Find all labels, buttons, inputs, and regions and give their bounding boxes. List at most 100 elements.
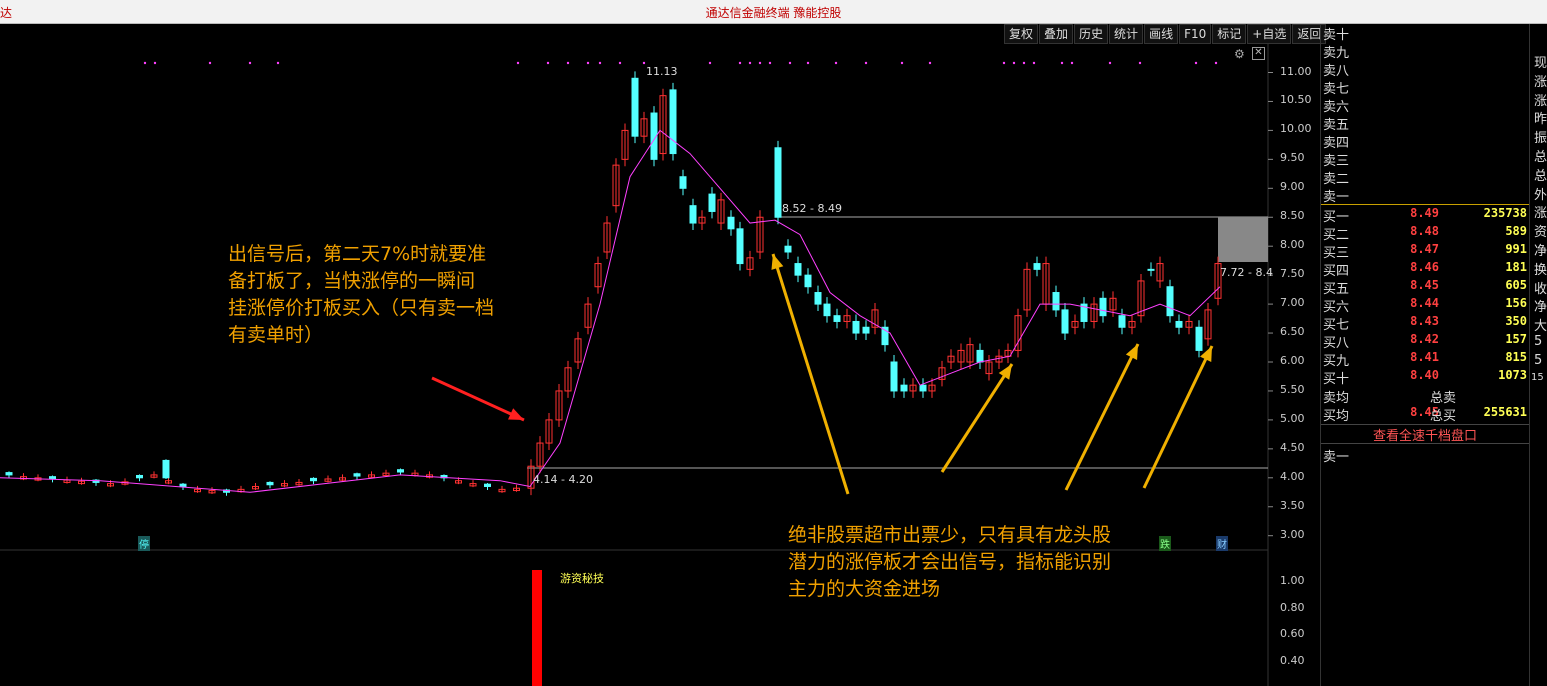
buy-row[interactable]: 买四 8.46 181 xyxy=(1322,260,1529,279)
sell-row[interactable]: 卖六 xyxy=(1322,96,1529,115)
price-axis-tick: 10.00 xyxy=(1280,122,1312,136)
signal-bar xyxy=(532,570,542,686)
toolbar-button-7[interactable]: +自选 xyxy=(1247,24,1292,44)
order-label: 卖八 xyxy=(1323,64,1350,79)
orange-arrow-1 xyxy=(771,253,850,495)
price-axis-tick: 3.00 xyxy=(1280,527,1305,541)
red-arrow xyxy=(431,376,525,422)
price-axis-tick: 11.00 xyxy=(1280,64,1312,78)
order-label: 买一 xyxy=(1323,210,1350,225)
price-axis-tick: 4.50 xyxy=(1280,440,1305,454)
price-axis-tick: 3.50 xyxy=(1280,498,1305,512)
current-label: 7.72 - 8.4 xyxy=(1220,266,1273,279)
toolbar-button-6[interactable]: 标记 xyxy=(1212,24,1247,44)
signal-dot xyxy=(143,61,147,65)
order-volume: 235738 xyxy=(1483,206,1527,220)
order-volume: 156 xyxy=(1505,296,1527,310)
orange-arrow-2 xyxy=(940,363,1014,473)
annotation-left: 出信号后，第二天7%时就要准 备打板了，当快涨停的一瞬间 挂涨停价打板买入（只有… xyxy=(228,243,495,346)
price-axis-tick: 5.00 xyxy=(1280,411,1305,425)
candle-body xyxy=(736,228,744,265)
full-book-link[interactable]: 查看全速千档盘口 xyxy=(1321,424,1529,444)
buy-row[interactable]: 买一 8.49 235738 xyxy=(1322,206,1529,225)
candle-body xyxy=(49,476,56,480)
sell-row[interactable]: 卖八 xyxy=(1322,60,1529,79)
candle-body xyxy=(774,147,782,218)
toolbar-button-2[interactable]: 历史 xyxy=(1074,24,1109,44)
order-price: 8.47 xyxy=(1410,242,1439,256)
price-axis-tick: 6.50 xyxy=(1280,325,1305,339)
candle-body xyxy=(794,263,802,276)
sell-avg-row[interactable]: 卖均 总卖 xyxy=(1322,387,1529,406)
order-price: 8.44 xyxy=(1410,296,1439,310)
order-volume: 605 xyxy=(1505,278,1527,292)
price-axis-tick: 7.00 xyxy=(1280,296,1305,310)
signal-dot xyxy=(1012,61,1016,65)
toolbar-button-1[interactable]: 叠加 xyxy=(1039,24,1074,44)
info-char: 净 xyxy=(1534,244,1547,259)
candle-body xyxy=(804,274,812,288)
signal-dot xyxy=(1002,61,1006,65)
price-axis-tick: 4.00 xyxy=(1280,469,1305,483)
candle-body xyxy=(631,77,639,137)
candle-body xyxy=(833,315,841,322)
sell1-bottom-row[interactable]: 卖一 xyxy=(1322,446,1529,465)
order-label: 买二 xyxy=(1323,228,1350,243)
price-axis-tick: 9.00 xyxy=(1280,180,1305,194)
candle-body xyxy=(353,473,361,477)
order-label: 卖六 xyxy=(1323,100,1350,115)
sell-row[interactable]: 卖十 xyxy=(1322,24,1529,43)
toolbar-button-4[interactable]: 画线 xyxy=(1144,24,1179,44)
order-price: 8.49 xyxy=(1410,206,1439,220)
buy-row[interactable]: 买八 8.42 157 xyxy=(1322,332,1529,351)
title-bar: 达 通达信金融终端 豫能控股 xyxy=(0,0,1547,24)
signal-dot xyxy=(900,61,904,65)
toolbar-button-5[interactable]: F10 xyxy=(1179,24,1212,44)
order-price: 8.42 xyxy=(1410,332,1439,346)
candle-body xyxy=(1175,320,1183,328)
sell-row[interactable]: 卖七 xyxy=(1322,78,1529,97)
buy-row[interactable]: 买七 8.43 350 xyxy=(1322,314,1529,333)
signal-dot xyxy=(1060,61,1064,65)
sell-row[interactable]: 卖三 xyxy=(1322,150,1529,169)
info-char: 5 xyxy=(1534,352,1543,368)
sell-row[interactable]: 卖四 xyxy=(1322,132,1529,151)
order-label: 买三 xyxy=(1323,246,1350,261)
candle-body xyxy=(727,216,735,230)
price-axis-tick: 6.00 xyxy=(1280,354,1305,367)
sell-row[interactable]: 卖一 xyxy=(1322,186,1529,205)
sell-row[interactable]: 卖九 xyxy=(1322,42,1529,61)
total-sell-label: 总卖 xyxy=(1430,391,1457,406)
toolbar-button-0[interactable]: 复权 xyxy=(1004,24,1039,44)
toolbar-button-3[interactable]: 统计 xyxy=(1109,24,1144,44)
order-price: 8.41 xyxy=(1410,350,1439,364)
buy-row[interactable]: 买六 8.44 156 xyxy=(1322,296,1529,315)
order-volume: 589 xyxy=(1505,224,1527,238)
info-char: 现 xyxy=(1534,56,1547,71)
signal-dot xyxy=(806,61,810,65)
signal-dot xyxy=(708,61,712,65)
candle-body xyxy=(179,483,187,487)
close-icon[interactable]: ✕ xyxy=(1252,47,1265,60)
signal-dot xyxy=(788,61,792,65)
buy-row[interactable]: 买三 8.47 991 xyxy=(1322,242,1529,261)
signal-dot xyxy=(864,61,868,65)
sell-row[interactable]: 卖二 xyxy=(1322,168,1529,187)
sell-row[interactable]: 卖五 xyxy=(1322,114,1529,133)
signal-dot xyxy=(748,61,752,65)
order-price: 8.45 xyxy=(1410,278,1439,292)
gear-icon[interactable]: ⚙ xyxy=(1234,47,1245,61)
order-label: 买七 xyxy=(1323,318,1350,333)
buy-avg-row[interactable]: 买均 8.45 255631 总买 xyxy=(1322,405,1529,424)
order-volume: 157 xyxy=(1505,332,1527,346)
buy-row[interactable]: 买二 8.48 589 xyxy=(1322,224,1529,243)
kline-chart[interactable]: 11.13 8.52 - 8.49 4.14 - 4.20 7.72 - 8.4 xyxy=(0,24,1320,686)
buy-row[interactable]: 买十 8.40 1073 xyxy=(1322,368,1529,387)
buy-row[interactable]: 买五 8.45 605 xyxy=(1322,278,1529,297)
price-axis-tick: 8.00 xyxy=(1280,238,1305,252)
signal-dot xyxy=(1108,61,1112,65)
signal-dot xyxy=(1032,61,1036,65)
order-label: 买十 xyxy=(1323,372,1350,387)
buy-row[interactable]: 买九 8.41 815 xyxy=(1322,350,1529,369)
signal-dot xyxy=(248,61,252,65)
